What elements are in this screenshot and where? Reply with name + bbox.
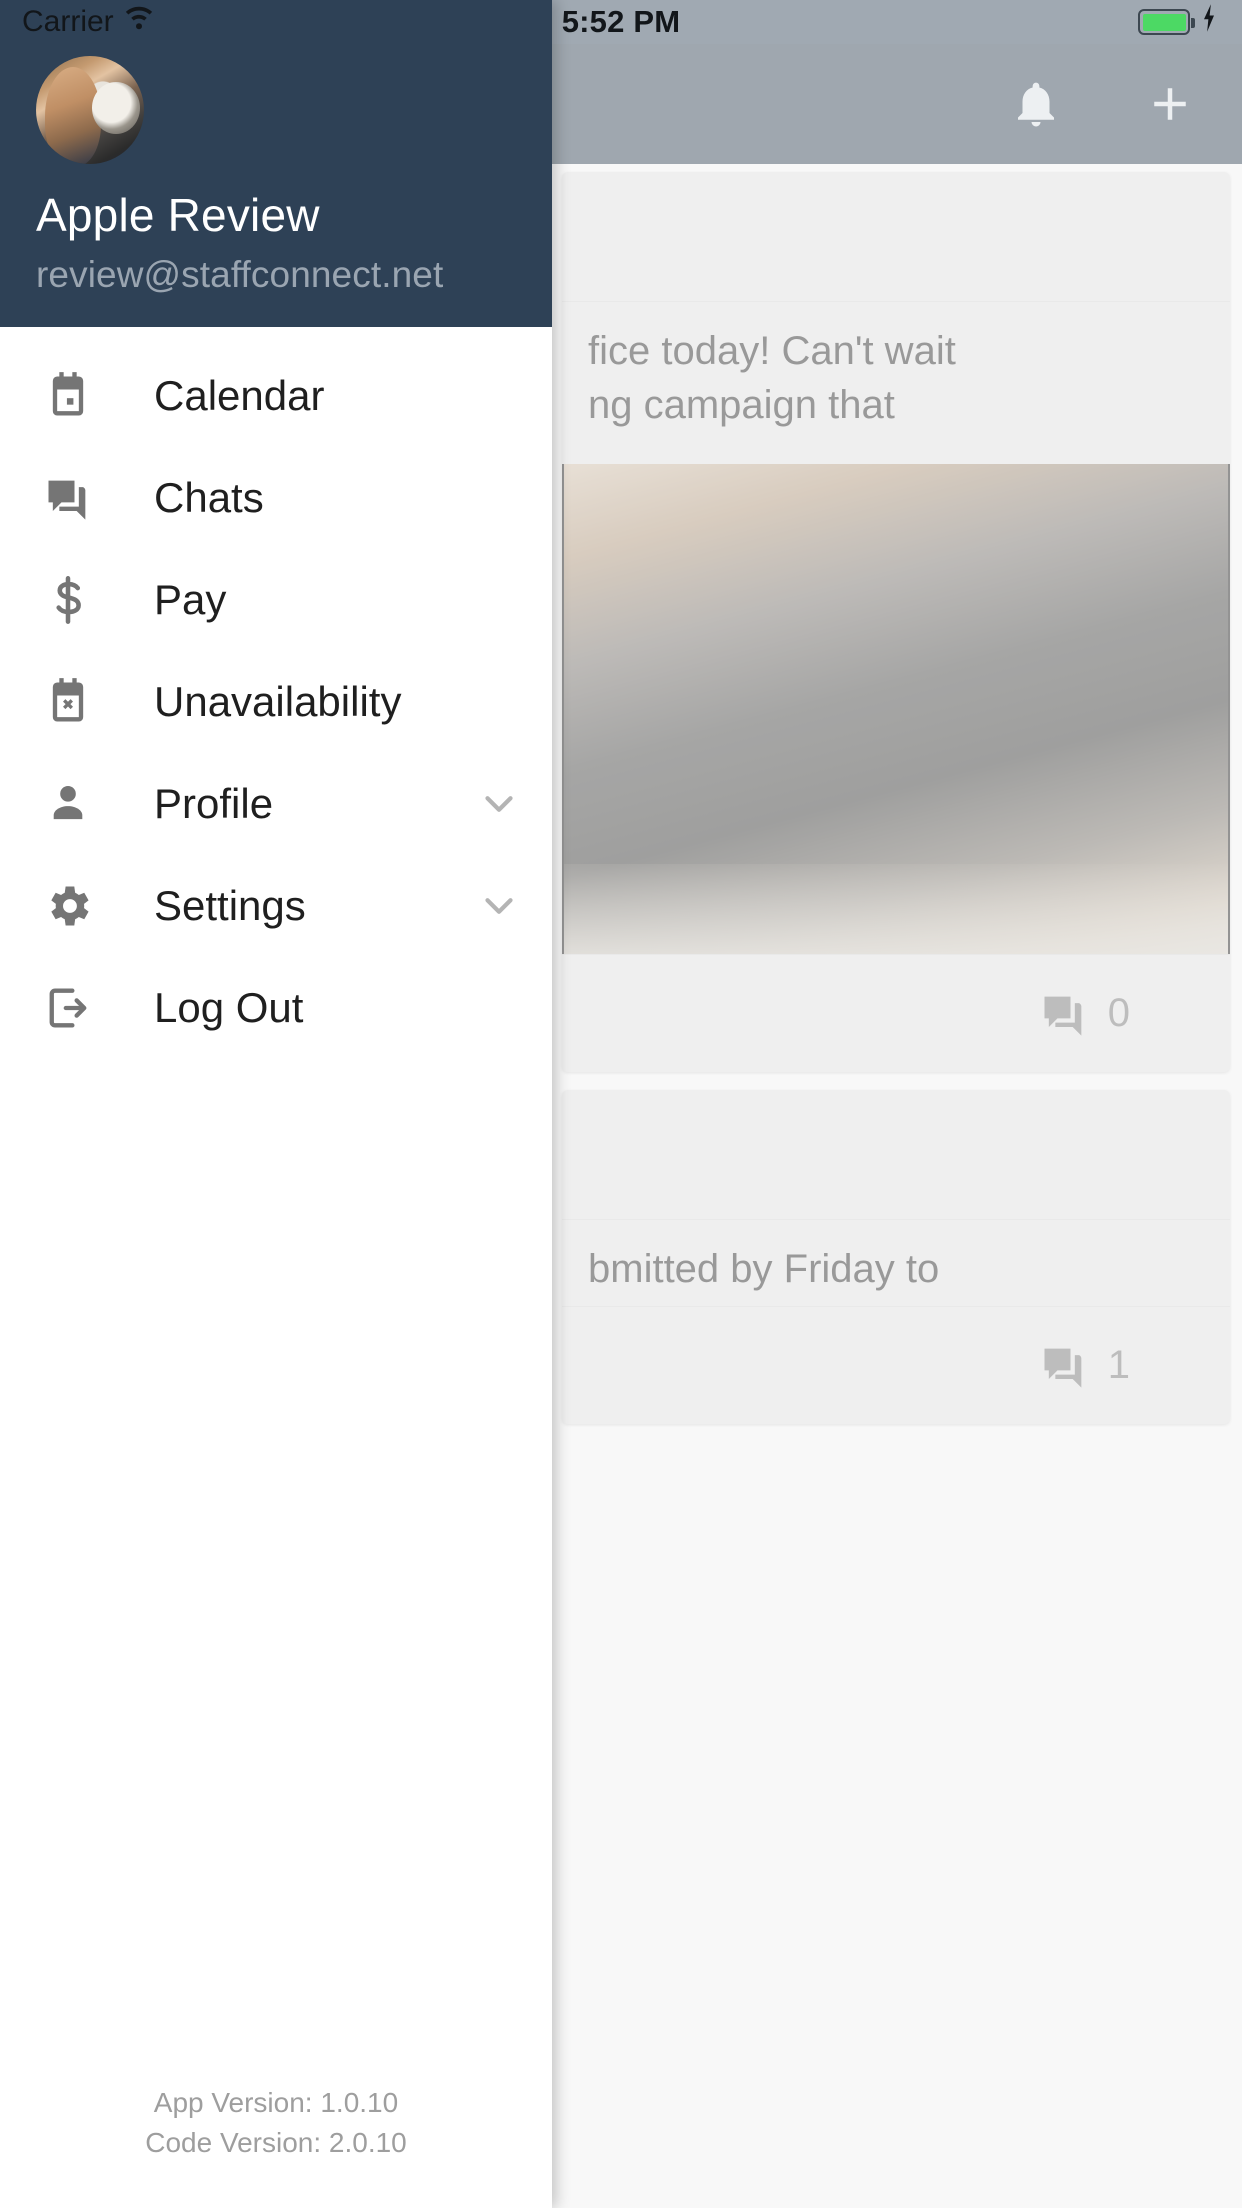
menu-item-pay[interactable]: Pay [0,549,552,651]
navigation-drawer: Apple Review review@staffconnect.net Cal… [0,0,552,2208]
gear-icon [36,880,100,932]
post-image [562,464,1230,954]
menu-item-label: Log Out [154,984,304,1031]
app-version-text: App Version: 1.0.10 [153,2086,399,2118]
calendar-x-icon [36,676,100,728]
menu-item-label: Calendar [154,372,325,419]
app-bar [550,44,1242,164]
logout-icon [36,982,100,1034]
post-text-line: fice today! Can't wait [588,329,956,373]
menu-item-chats[interactable]: Chats [0,447,552,549]
menu-item-label: Settings [154,882,306,929]
drawer-header: Apple Review review@staffconnect.net [0,0,552,327]
post-text-line: ng campaign that [588,383,895,427]
avatar[interactable] [36,56,144,164]
feed-post-card[interactable]: fice today! Can't wait ng campaign that … [562,172,1230,1072]
lightning-bolt-icon [1198,3,1220,41]
code-version-text: Code Version: 2.0.10 [145,2127,407,2159]
menu-item-unavailability[interactable]: Unavailability [0,651,552,753]
dollar-sign-icon [36,574,100,626]
chevron-down-icon[interactable] [476,883,522,929]
battery-icon [1138,9,1195,35]
menu-item-profile[interactable]: Profile [0,753,552,855]
menu-item-label: Profile [154,780,274,827]
comment-count: 1 [1107,1343,1130,1387]
menu-item-calendar[interactable]: Calendar [0,345,552,447]
post-header [562,172,1230,302]
drawer-footer: App Version: 1.0.10 Code Version: 2.0.10 [0,2083,552,2208]
menu-item-settings[interactable]: Settings [0,855,552,957]
chat-bubbles-icon [36,472,100,524]
clock: 5:52 PM [561,4,681,39]
notifications-bell-icon[interactable] [1004,72,1068,136]
post-header [562,1090,1230,1220]
status-bar-right [1138,3,1220,41]
comment-icon[interactable] [1038,988,1090,1040]
feed-list[interactable]: fice today! Can't wait ng campaign that … [550,164,1242,2208]
menu-item-label: Chats [154,474,264,521]
calendar-icon [36,370,100,422]
user-email: review@staffconnect.net [36,254,444,295]
drawer-menu: Calendar Chats Pay Unavailability Profil… [0,327,552,2083]
post-text: bmitted by Friday to [562,1220,1230,1306]
post-actions: 0 [562,954,1230,1072]
feed-post-card[interactable]: bmitted by Friday to 1 [562,1090,1230,1424]
menu-item-label: Unavailability [154,678,402,725]
chevron-down-icon[interactable] [476,781,522,827]
person-icon [36,778,100,830]
post-text-line: bmitted by Friday to [588,1247,940,1291]
comment-count: 0 [1107,991,1130,1035]
menu-item-log-out[interactable]: Log Out [0,957,552,1059]
add-icon[interactable] [1138,72,1202,136]
user-name: Apple Review [36,189,320,241]
post-text: fice today! Can't wait ng campaign that [562,302,1230,442]
comment-icon[interactable] [1038,1340,1090,1392]
status-bar: Carrier 5:52 PM [0,0,1242,44]
menu-item-label: Pay [154,576,227,623]
post-actions: 1 [562,1306,1230,1424]
